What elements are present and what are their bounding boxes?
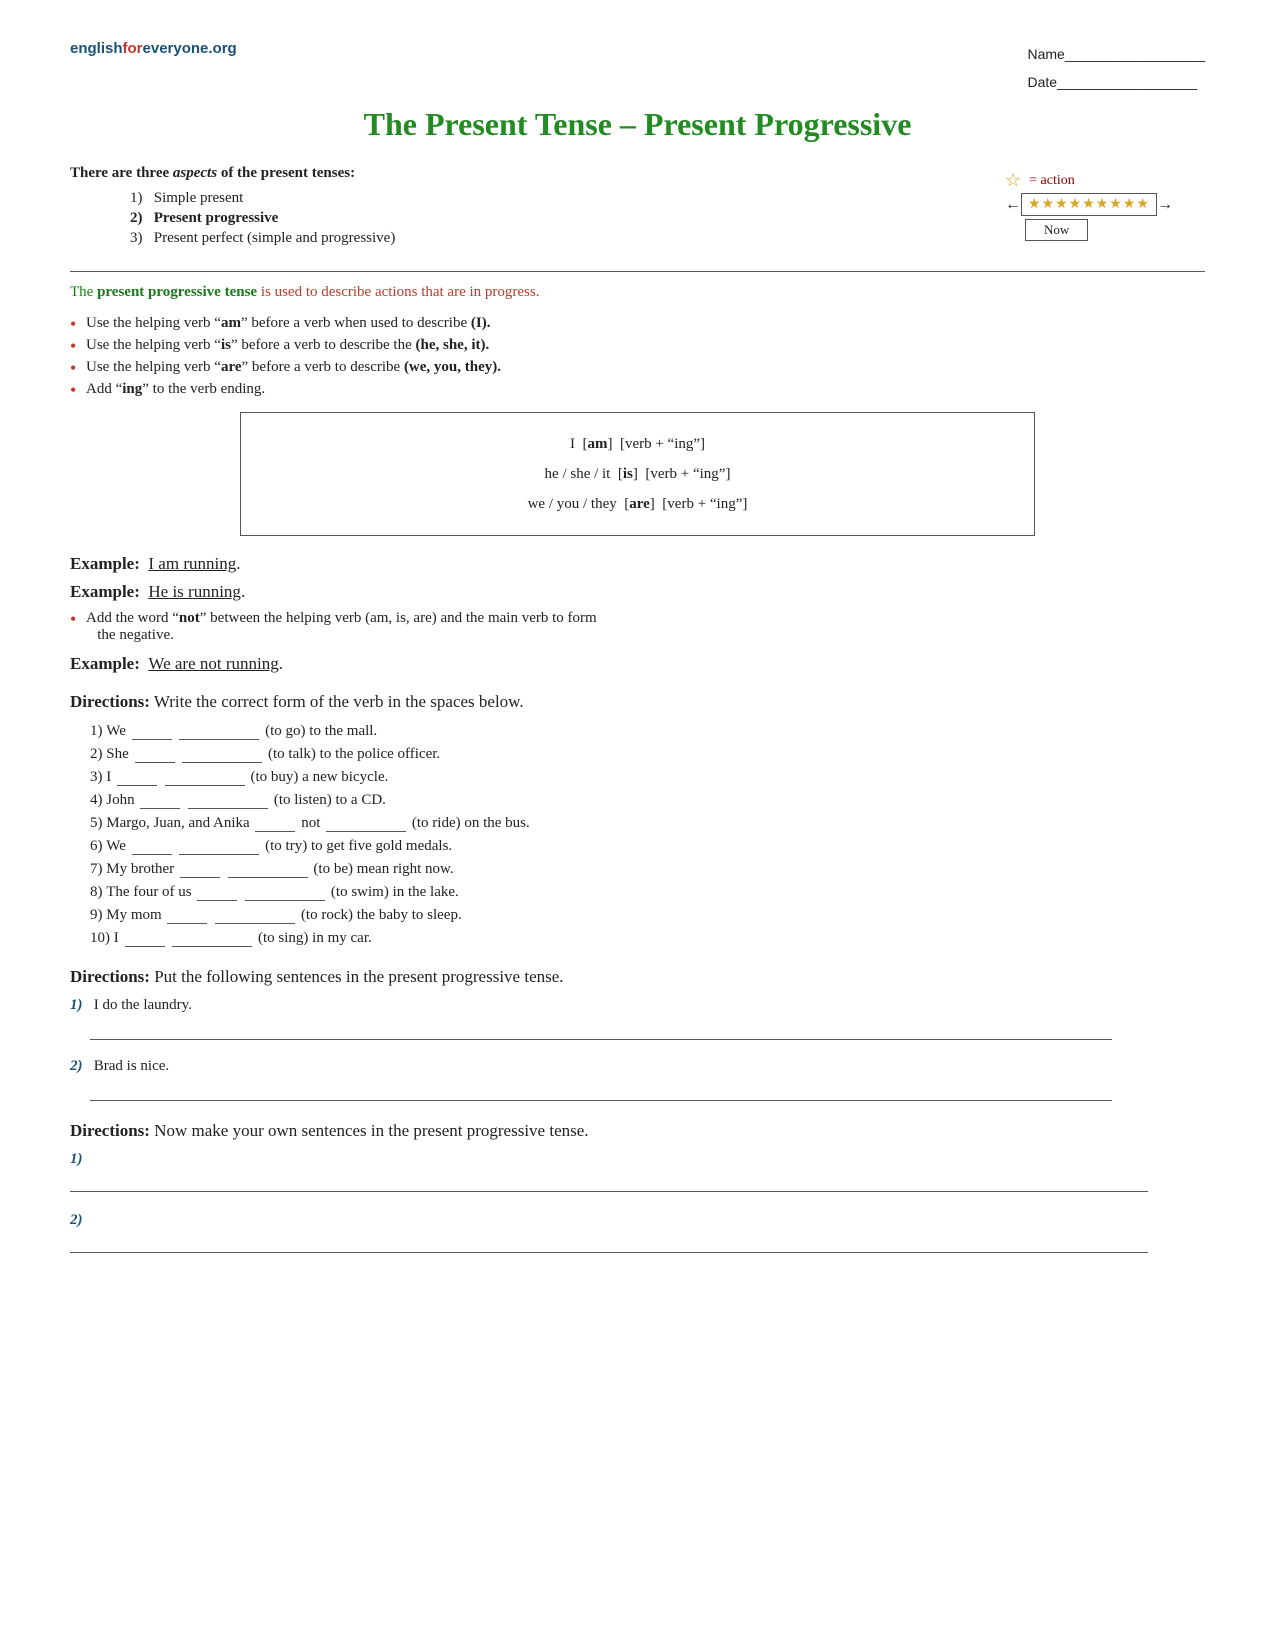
exercise-4: 4) John (to listen) to a CD.: [90, 791, 1205, 809]
negative-bullet-list: Add the word “not” between the helping v…: [70, 610, 1205, 644]
own-1-num: 1): [70, 1151, 83, 1167]
directions-1: Directions: Write the correct form of th…: [70, 692, 1205, 712]
exercise-5: 5) Margo, Juan, and Anika not (to ride) …: [90, 814, 1205, 832]
transform-2-line: [90, 1081, 1112, 1101]
aspects-list: 1) Simple present 2) Present progressive…: [70, 190, 935, 247]
example-2-label: Example:: [70, 582, 140, 601]
now-label: Now: [1044, 222, 1069, 237]
exercise-2: 2) She (to talk) to the police officer.: [90, 745, 1205, 763]
aspect-2: 2) Present progressive: [130, 210, 935, 227]
directions-3-label: Directions:: [70, 1121, 150, 1140]
bullet-list: Use the helping verb “am” before a verb …: [70, 315, 1205, 398]
formula-line-1: I [am] [verb + “ing”]: [281, 429, 994, 459]
transform-1-line: [90, 1020, 1112, 1040]
transform-1: 1) I do the laundry.: [70, 997, 1205, 1040]
exercise-7: 7) My brother (to be) mean right now.: [90, 860, 1205, 878]
stars-display: ★★★★★★★★★: [1021, 193, 1157, 216]
section-divider: [70, 271, 1205, 272]
exercise-3: 3) I (to buy) a new bicycle.: [90, 768, 1205, 786]
transform-2-text: Brad is nice.: [94, 1058, 169, 1074]
directions-1-label: Directions:: [70, 692, 150, 711]
directions-1-text: Write the correct form of the verb in th…: [154, 692, 524, 711]
directions-2: Directions: Put the following sentences …: [70, 967, 1205, 987]
action-row: ☆ = action: [1005, 170, 1075, 191]
bullet-4: Add “ing” to the verb ending.: [70, 381, 1205, 398]
intro-section: There are three aspects of the present t…: [70, 165, 1205, 257]
directions-3-text: Now make your own sentences in the prese…: [154, 1121, 588, 1140]
timeline-area: ☆ = action ← ★★★★★★★★★ → Now: [1005, 170, 1205, 241]
now-box: Now: [1025, 219, 1088, 241]
bullet-2: Use the helping verb “is” before a verb …: [70, 337, 1205, 354]
site-name: englishforeveryone.org: [70, 40, 237, 58]
name-date-area: Name__________________ Date_____________…: [1028, 40, 1206, 96]
negative-example-label: Example:: [70, 654, 140, 673]
exercise-10: 10) I (to sing) in my car.: [90, 929, 1205, 947]
directions-2-text: Put the following sentences in the prese…: [154, 967, 563, 986]
example-1: Example: I am running.: [70, 554, 1205, 574]
exercise-list: 1) We (to go) to the mall. 2) She (to ta…: [70, 722, 1205, 947]
formula-line-3: we / you / they [are] [verb + “ing”]: [281, 489, 994, 519]
exercise-8: 8) The four of us (to swim) in the lake.: [90, 883, 1205, 901]
transform-2: 2) Brad is nice.: [70, 1058, 1205, 1101]
intro-text: There are three aspects of the present t…: [70, 165, 935, 182]
transform-1-num: 1): [70, 997, 83, 1013]
example-1-label: Example:: [70, 554, 140, 573]
negative-example-text: We are not running: [148, 654, 278, 673]
transform-1-text: I do the laundry.: [94, 997, 192, 1013]
aspect-1: 1) Simple present: [130, 190, 935, 207]
action-label: = action: [1029, 173, 1075, 189]
own-1-line: [70, 1172, 1148, 1192]
bullet-1: Use the helping verb “am” before a verb …: [70, 315, 1205, 332]
own-section: 1) 2): [70, 1151, 1205, 1253]
directions-3: Directions: Now make your own sentences …: [70, 1121, 1205, 1141]
arrow-right-icon: →: [1157, 196, 1173, 214]
star-icon: ☆: [1005, 170, 1021, 191]
own-2-line: [70, 1233, 1148, 1253]
exercise-1: 1) We (to go) to the mall.: [90, 722, 1205, 740]
formula-box: I [am] [verb + “ing”] he / she / it [is]…: [240, 412, 1035, 536]
page-header: englishforeveryone.org Name_____________…: [70, 40, 1205, 96]
transform-section: 1) I do the laundry. 2) Brad is nice.: [70, 997, 1205, 1101]
exercise-6: 6) We (to try) to get five gold medals.: [90, 837, 1205, 855]
negative-bullet: Add the word “not” between the helping v…: [70, 610, 1205, 644]
transform-2-num: 2): [70, 1058, 83, 1074]
directions-2-label: Directions:: [70, 967, 150, 986]
arrow-left-icon: ←: [1005, 196, 1021, 214]
timeline-row: ← ★★★★★★★★★ →: [1005, 193, 1173, 216]
ppt-description: The present progressive tense is used to…: [70, 284, 1205, 301]
negative-example: Example: We are not running.: [70, 654, 1205, 674]
own-1: 1): [70, 1151, 1205, 1192]
example-1-text: I am running: [148, 554, 236, 573]
own-2-num: 2): [70, 1212, 83, 1228]
example-2: Example: He is running.: [70, 582, 1205, 602]
exercise-9: 9) My mom (to rock) the baby to sleep.: [90, 906, 1205, 924]
own-2: 2): [70, 1212, 1205, 1253]
aspect-3: 3) Present perfect (simple and progressi…: [130, 230, 935, 247]
formula-line-2: he / she / it [is] [verb + “ing”]: [281, 459, 994, 489]
page-title: The Present Tense – Present Progressive: [70, 106, 1205, 143]
bullet-3: Use the helping verb “are” before a verb…: [70, 359, 1205, 376]
example-2-text: He is running: [148, 582, 241, 601]
